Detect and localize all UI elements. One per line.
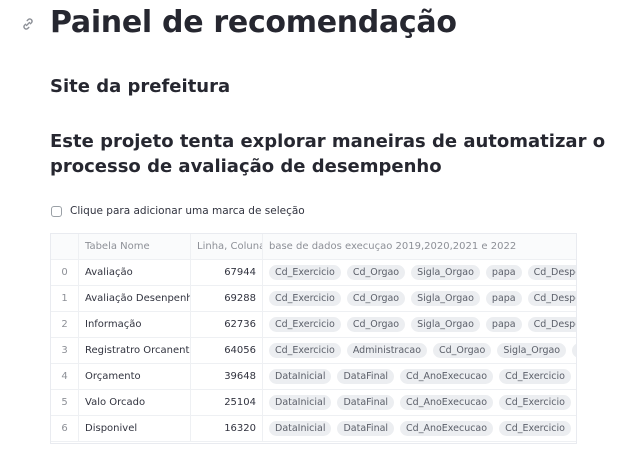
- table-row[interactable]: 2 Informação 62736 Cd_Exercicio Cd_Orgao Sigl…: [51, 312, 576, 338]
- page-title: Painel de recomendação: [50, 5, 457, 40]
- column-tag: Sigla_Orgao: [411, 316, 480, 332]
- column-tag: Cd_Despesa: [527, 290, 576, 306]
- table-row[interactable]: 1 Avaliação Desenpenho 69288 Cd_Exercicio Cd…: [51, 286, 576, 312]
- column-tag: Cd_Exercicio: [499, 368, 571, 384]
- table-row[interactable]: 4 Orçamento 39648 DataInicial DataFinal Cd_An…: [51, 364, 576, 390]
- cell-tabela-nome[interactable]: Avaliação: [79, 260, 191, 286]
- link-icon[interactable]: [20, 16, 36, 32]
- column-tag: Cd_Exercicio: [269, 290, 341, 306]
- column-tag: Sigla_Orgao: [411, 264, 480, 280]
- checkbox-icon[interactable]: [51, 205, 62, 217]
- column-tag: Cd_Orgao: [346, 264, 406, 280]
- column-tag: papa: [485, 264, 522, 280]
- column-tag: papa: [485, 316, 522, 332]
- column-tag: Sigla_Orgao: [497, 342, 567, 358]
- cell-tabela-nome[interactable]: Orçamento: [79, 364, 191, 390]
- cell-linha-coluna[interactable]: 62736: [191, 312, 263, 338]
- cell-base-de-dados[interactable]: DataInicial DataFinal Cd_AnoExecucao Cd_Exe…: [263, 364, 576, 390]
- selection-checkbox[interactable]: Clique para adicionar uma marca de seleç…: [51, 205, 305, 217]
- column-tag: DataInicial: [269, 394, 332, 410]
- cell-linha-coluna[interactable]: 16320: [191, 416, 263, 442]
- row-index: 6: [51, 416, 79, 442]
- cell-base-de-dados[interactable]: Cd_Exercicio Cd_Orgao Sigla_Orgao papa Cd_De…: [263, 312, 576, 338]
- row-index: 2: [51, 312, 79, 338]
- cell-base-de-dados[interactable]: Cd_Exercicio Cd_Orgao Sigla_Orgao papa Cd_De…: [263, 260, 576, 286]
- table-row[interactable]: 0 Avaliação 67944 Cd_Exercicio Cd_Orgao Sigla…: [51, 260, 576, 286]
- cell-linha-coluna[interactable]: 64056: [191, 338, 263, 364]
- cell-linha-coluna[interactable]: 69288: [191, 286, 263, 312]
- column-tag: Cd_Despesa: [527, 316, 576, 332]
- column-tag: DataInicial: [269, 368, 332, 384]
- column-tag: Cd_Exercicio: [499, 394, 571, 410]
- row-index: 0: [51, 260, 79, 286]
- page-subtitle: Site da prefeitura: [50, 76, 231, 97]
- data-table[interactable]: Tabela Nome Linha, Coluna base de dados …: [50, 233, 577, 444]
- header-tabela-nome[interactable]: Tabela Nome: [79, 234, 191, 260]
- column-tag: Cd_Orgao: [433, 342, 492, 358]
- cell-tabela-nome[interactable]: Valo Orcado: [79, 390, 191, 416]
- cell-tabela-nome[interactable]: Disponivel: [79, 416, 191, 442]
- column-tag: papa: [572, 342, 576, 358]
- column-tag: Cd_Exercicio: [269, 342, 341, 358]
- column-tag: papa: [485, 290, 522, 306]
- cell-linha-coluna[interactable]: 25104: [191, 390, 263, 416]
- page: Painel de recomendação Site da prefeitur…: [0, 0, 640, 471]
- cell-tabela-nome[interactable]: Avaliação Desenpenho: [79, 286, 191, 312]
- cell-linha-coluna[interactable]: 39648: [191, 364, 263, 390]
- row-index: 5: [51, 390, 79, 416]
- cell-base-de-dados[interactable]: DataInicial DataFinal Cd_AnoExecucao Cd_Exe…: [263, 416, 576, 442]
- column-tag: Cd_AnoExecucao: [400, 368, 494, 384]
- column-tag: Cd_AnoExecucao: [400, 420, 494, 436]
- row-index: 1: [51, 286, 79, 312]
- cell-linha-coluna[interactable]: 67944: [191, 260, 263, 286]
- header-linha-coluna[interactable]: Linha, Coluna: [191, 234, 263, 260]
- column-tag: Cd_Exercicio: [499, 420, 571, 436]
- cell-base-de-dados[interactable]: Cd_Exercicio Cd_Orgao Sigla_Orgao papa Cd_De…: [263, 286, 576, 312]
- column-tag: Cd_Orgao: [346, 316, 406, 332]
- table-row[interactable]: 6 Disponivel 16320 DataInicial DataFinal Cd_A…: [51, 416, 576, 442]
- checkbox-label: Clique para adicionar uma marca de seleç…: [70, 205, 305, 217]
- column-tag: DataInicial: [269, 420, 332, 436]
- cell-tabela-nome[interactable]: Registratro Orcanento: [79, 338, 191, 364]
- table-row[interactable]: 3 Registratro Orcanento 64056 Cd_Exercicio A…: [51, 338, 576, 364]
- project-description: Este projeto tenta explorar maneiras de …: [50, 131, 606, 177]
- column-tag: DataFinal: [337, 368, 395, 384]
- column-tag: Administracao: [346, 342, 428, 358]
- cell-tabela-nome[interactable]: Informação: [79, 312, 191, 338]
- column-tag: Cd_Exercicio: [269, 264, 341, 280]
- column-tag: DataFinal: [337, 420, 395, 436]
- column-tag: Sigla_Orgao: [411, 290, 480, 306]
- row-index: 4: [51, 364, 79, 390]
- column-tag: Cd_Orgao: [346, 290, 406, 306]
- row-index: 3: [51, 338, 79, 364]
- column-tag: DataFinal: [337, 394, 395, 410]
- cell-base-de-dados[interactable]: DataInicial DataFinal Cd_AnoExecucao Cd_Exe…: [263, 390, 576, 416]
- table-header-row: Tabela Nome Linha, Coluna base de dados …: [51, 234, 576, 260]
- header-base-de-dados[interactable]: base de dados execuçao 2019,2020,2021 e …: [263, 234, 576, 260]
- column-tag: Cd_Despesa: [527, 264, 576, 280]
- cell-base-de-dados[interactable]: Cd_Exercicio Administracao Cd_Orgao Sigla_O…: [263, 338, 576, 364]
- column-tag: Cd_AnoExecucao: [400, 394, 494, 410]
- column-tag: Cd_Exercicio: [269, 316, 341, 332]
- table-row[interactable]: 5 Valo Orcado 25104 DataInicial DataFinal Cd_…: [51, 390, 576, 416]
- header-index[interactable]: [51, 234, 79, 260]
